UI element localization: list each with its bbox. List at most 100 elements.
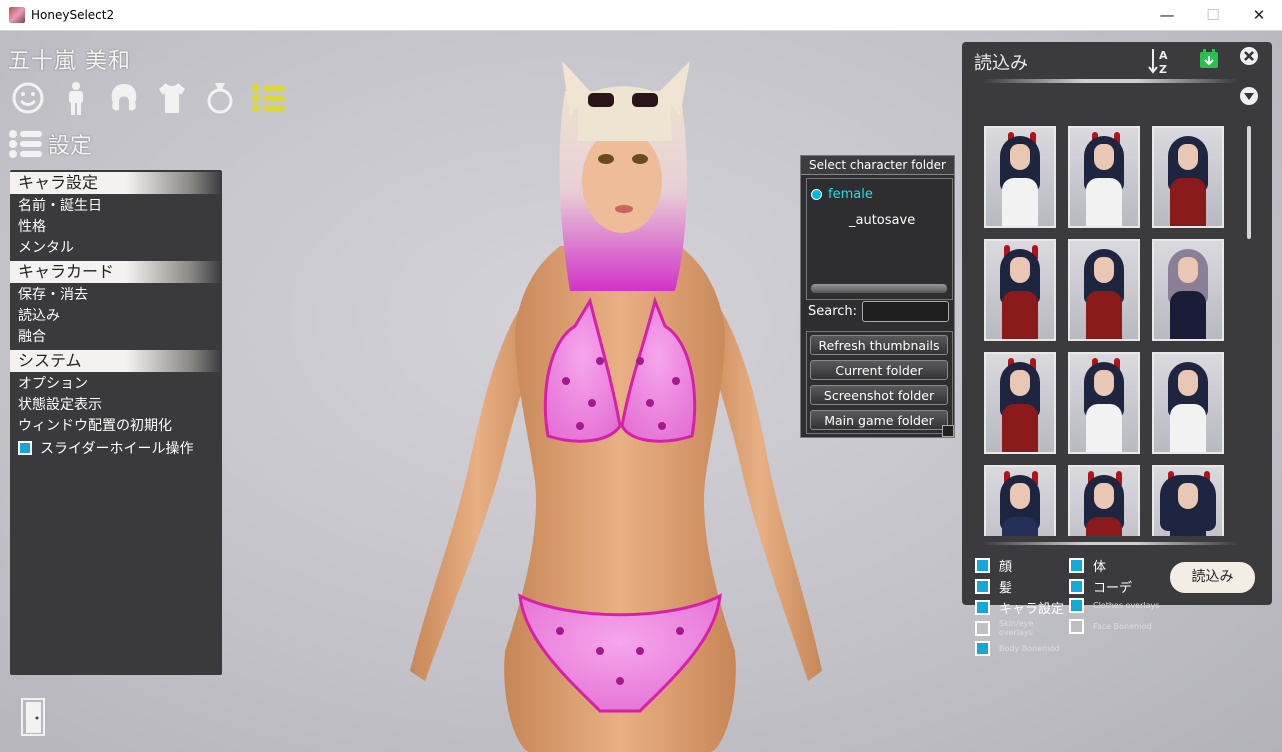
option-clothes-overlays[interactable]: Clothes overlays xyxy=(1069,598,1159,613)
sort-az-icon[interactable]: A Z xyxy=(1148,47,1174,75)
calendar-download-icon[interactable] xyxy=(1198,48,1220,70)
menu-item-load[interactable]: 読込み xyxy=(10,306,222,327)
character-thumbnail[interactable] xyxy=(1152,126,1224,228)
menu-item-reset-window-layout[interactable]: ウィンドウ配置の初期化 xyxy=(10,416,222,437)
svg-text:A: A xyxy=(1159,49,1168,62)
checkbox[interactable] xyxy=(975,641,990,656)
app-icon xyxy=(9,7,25,23)
checkbox[interactable] xyxy=(1069,579,1084,594)
settings-header: 設定 xyxy=(8,128,92,160)
resize-grip[interactable] xyxy=(942,425,954,437)
body-icon[interactable] xyxy=(56,80,96,116)
menu-item-name-birthday[interactable]: 名前・誕生日 xyxy=(10,196,222,217)
maximize-button[interactable]: ☐ xyxy=(1190,0,1236,31)
folder-node-autosave[interactable]: _autosave xyxy=(849,213,915,228)
folder-dialog-title: Select character folder xyxy=(801,156,954,175)
minimize-button[interactable]: — xyxy=(1144,0,1190,31)
option-label: Face Bonemod xyxy=(1093,622,1152,631)
load-button[interactable]: 読込み xyxy=(1170,562,1255,593)
screenshot-folder-button[interactable]: Screenshot folder xyxy=(810,385,948,405)
option-label: 髪 xyxy=(999,581,1013,596)
option-skin-eye-overlays[interactable]: Skin/eye overlays xyxy=(975,619,1049,637)
option-body-bonemod[interactable]: Body Bonemod xyxy=(975,641,1060,656)
character-thumbnail[interactable] xyxy=(1152,352,1224,454)
thumbnail-grid xyxy=(984,126,1230,536)
character-thumbnail[interactable] xyxy=(1068,239,1140,341)
folder-buttons-group: Refresh thumbnails Current folder Screen… xyxy=(806,331,953,434)
character-thumbnail[interactable] xyxy=(984,465,1056,536)
option-body[interactable]: 体 xyxy=(1069,556,1106,575)
title-divider xyxy=(982,79,1238,83)
character-thumbnail[interactable] xyxy=(1152,239,1224,341)
checkbox[interactable] xyxy=(1069,558,1084,573)
refresh-thumbnails-button[interactable]: Refresh thumbnails xyxy=(810,335,948,355)
menu-item-save-delete[interactable]: 保存・消去 xyxy=(10,285,222,306)
character-thumbnail[interactable] xyxy=(1152,465,1224,536)
folder-node-female[interactable]: female xyxy=(811,187,873,202)
face-icon[interactable] xyxy=(8,80,48,116)
character-thumbnail[interactable] xyxy=(984,239,1056,341)
checkbox[interactable] xyxy=(1069,598,1084,613)
category-icon-bar xyxy=(8,80,288,116)
slider-wheel-toggle[interactable]: スライダーホイール操作 xyxy=(10,437,222,459)
character-thumbnail[interactable] xyxy=(1068,465,1140,536)
menu-item-mental[interactable]: メンタル xyxy=(10,238,222,259)
expand-toggle-icon[interactable] xyxy=(811,189,822,200)
option-face-bonemod[interactable]: Face Bonemod xyxy=(1069,619,1152,634)
folder-select-dialog: Select character folder female _autosave… xyxy=(800,155,955,438)
chevron-down-icon[interactable] xyxy=(1239,86,1259,106)
hair-icon[interactable] xyxy=(104,80,144,116)
search-input[interactable] xyxy=(862,301,949,322)
character-name: 五十嵐 美和 xyxy=(8,49,131,74)
menu-item-merge[interactable]: 融合 xyxy=(10,327,222,348)
menu-item-status-display[interactable]: 状態設定表示 xyxy=(10,395,222,416)
thumbnail-scrollbar[interactable] xyxy=(1247,126,1251,239)
option-hair[interactable]: 髪 xyxy=(975,577,1012,596)
slider-wheel-label: スライダーホイール操作 xyxy=(40,441,194,457)
option-chara-settings[interactable]: キャラ設定 xyxy=(975,598,1064,617)
close-window-button[interactable]: ✕ xyxy=(1236,0,1282,31)
option-label: 体 xyxy=(1093,560,1107,575)
section-header-system: システム xyxy=(10,350,222,372)
option-label: キャラ設定 xyxy=(999,602,1065,617)
folder-tree-scrollbar[interactable] xyxy=(811,284,947,293)
checkbox[interactable] xyxy=(975,558,990,573)
settings-menu: キャラ設定 名前・誕生日 性格 メンタル キャラカード 保存・消去 読込み 融合… xyxy=(10,170,222,675)
load-panel-title: 読込み xyxy=(974,53,1028,74)
checkbox[interactable] xyxy=(975,600,990,615)
character-thumbnail[interactable] xyxy=(984,126,1056,228)
load-panel: 読込み A Z xyxy=(962,42,1272,605)
options-divider xyxy=(982,542,1238,545)
section-header-chara: キャラ設定 xyxy=(10,172,222,194)
exit-door-icon[interactable] xyxy=(20,697,46,737)
accessory-icon[interactable] xyxy=(200,80,240,116)
close-icon[interactable] xyxy=(1239,46,1259,66)
option-label: Clothes overlays xyxy=(1093,601,1160,610)
folder-tree: female _autosave xyxy=(806,178,953,300)
character-thumbnail[interactable] xyxy=(1068,126,1140,228)
option-label: 顔 xyxy=(999,560,1013,575)
character-thumbnail[interactable] xyxy=(984,352,1056,454)
search-label: Search: xyxy=(808,304,858,319)
checkbox[interactable] xyxy=(1069,619,1084,634)
option-coordinate[interactable]: コーデ xyxy=(1069,577,1132,596)
window-title: HoneySelect2 xyxy=(31,8,115,22)
section-header-card: キャラカード xyxy=(10,261,222,283)
menu-item-options[interactable]: オプション xyxy=(10,374,222,395)
window-titlebar: HoneySelect2 — ☐ ✕ xyxy=(0,0,1282,31)
list-icon xyxy=(9,130,42,158)
checkbox[interactable] xyxy=(975,620,990,636)
option-face[interactable]: 顔 xyxy=(975,556,1012,575)
clothes-icon[interactable] xyxy=(152,80,192,116)
settings-list-icon[interactable] xyxy=(248,80,288,116)
menu-item-personality[interactable]: 性格 xyxy=(10,217,222,238)
settings-label: 設定 xyxy=(48,134,93,159)
main-game-folder-button[interactable]: Main game folder xyxy=(810,410,948,430)
slider-wheel-checkbox[interactable] xyxy=(18,441,32,455)
option-label: コーデ xyxy=(1093,581,1133,596)
svg-text:Z: Z xyxy=(1159,63,1167,75)
checkbox[interactable] xyxy=(975,579,990,594)
current-folder-button[interactable]: Current folder xyxy=(810,360,948,380)
option-label: Body Bonemod xyxy=(999,644,1060,653)
character-thumbnail[interactable] xyxy=(1068,352,1140,454)
